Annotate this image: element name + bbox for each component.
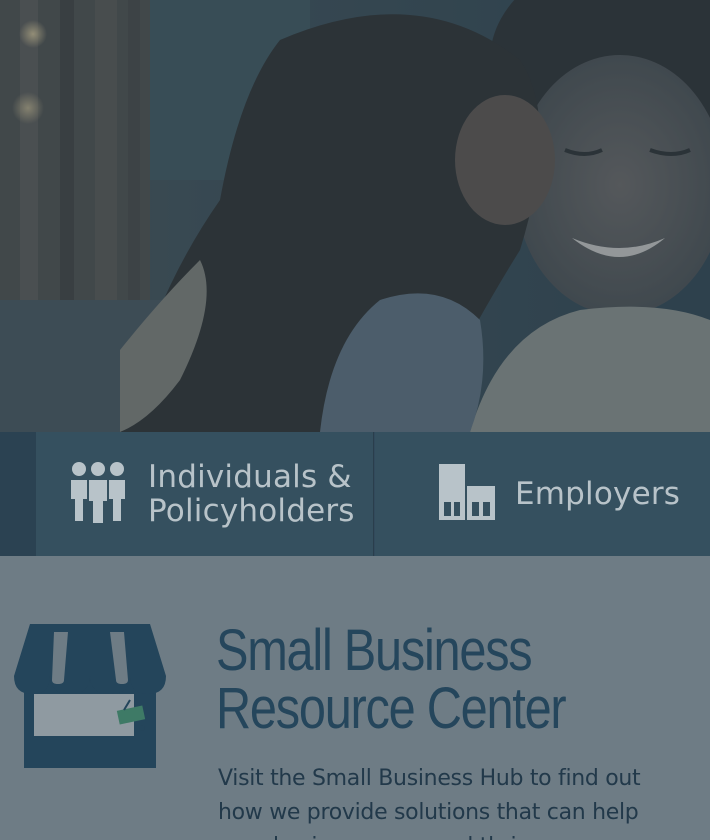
small-business-section: Small Business Resource Center Visit the… — [0, 556, 710, 840]
section-title[interactable]: Small Business Resource Center — [216, 622, 619, 738]
employers-link[interactable]: Employers — [375, 432, 710, 556]
section-title-line2: Resource Center — [216, 676, 567, 741]
storefront-icon[interactable] — [12, 624, 168, 774]
section-title-line1: Small Business — [216, 618, 533, 683]
individuals-label: Individuals & Policyholders — [148, 460, 355, 528]
people-group-icon — [70, 461, 126, 527]
section-description: Visit the Small Business Hub to find out… — [218, 766, 641, 840]
buildings-icon — [439, 464, 495, 524]
individuals-label-line2: Policyholders — [148, 493, 355, 529]
hero-image — [0, 0, 710, 432]
employers-label: Employers — [515, 476, 681, 512]
audience-nav: Individuals & Policyholders Employers — [0, 432, 710, 556]
page: Individuals & Policyholders Employers Sm… — [0, 0, 710, 840]
nav-left-strip — [0, 432, 36, 556]
individuals-policyholders-link[interactable]: Individuals & Policyholders — [36, 432, 374, 556]
individuals-label-line1: Individuals & — [148, 459, 352, 495]
